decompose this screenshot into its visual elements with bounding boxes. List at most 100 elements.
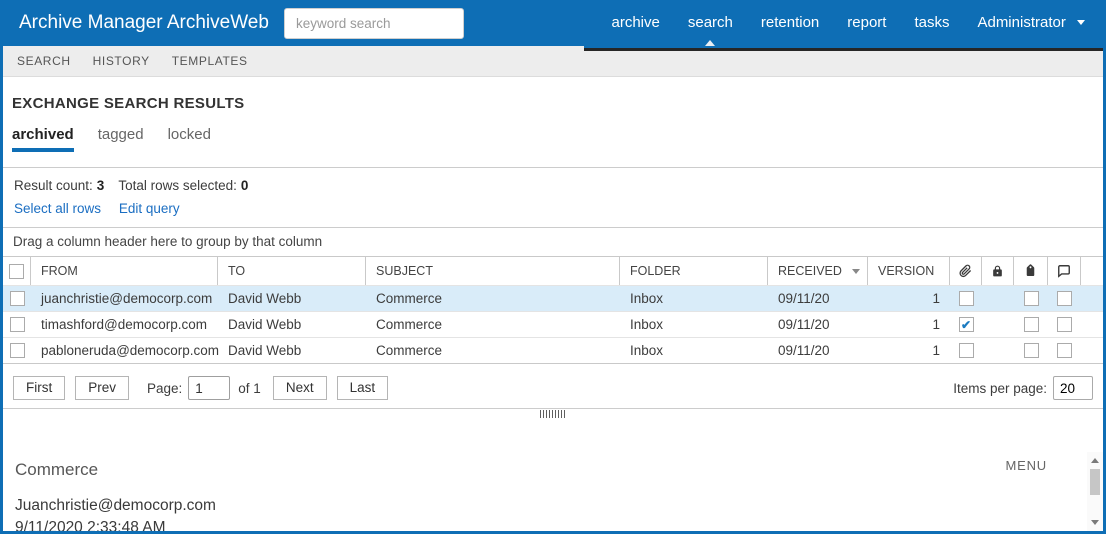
row-checkbox[interactable] — [9, 343, 25, 358]
attachment-checkbox[interactable] — [958, 291, 974, 306]
nav-administrator[interactable]: Administrator — [977, 14, 1085, 31]
app-title: Archive Manager ArchiveWeb — [19, 12, 269, 33]
tag-checkbox[interactable] — [1023, 291, 1039, 306]
scroll-up-icon[interactable] — [1091, 457, 1099, 463]
items-per-page-input[interactable] — [1053, 376, 1093, 400]
column-header-tag[interactable] — [1014, 257, 1048, 285]
cell-to: David Webb — [228, 343, 302, 358]
top-header: Archive Manager ArchiveWeb archive searc… — [3, 0, 1103, 51]
result-summary: Result count: 3 Total rows selected: 0 — [3, 167, 1103, 193]
prev-page-button[interactable]: Prev — [75, 376, 130, 400]
splitter-grip[interactable] — [540, 410, 566, 419]
nav-search[interactable]: search — [688, 14, 733, 46]
cell-version: 1 — [932, 343, 940, 358]
preview-scrollbar[interactable] — [1087, 451, 1103, 531]
nav-archive[interactable]: archive — [612, 14, 660, 31]
row-spacer — [1081, 338, 1103, 363]
last-page-button[interactable]: Last — [336, 376, 389, 400]
cell-version: 1 — [932, 291, 940, 306]
cell-to: David Webb — [228, 291, 302, 306]
scrollbar-thumb[interactable] — [1090, 468, 1100, 495]
tag-checkbox[interactable] — [1023, 343, 1039, 358]
column-header-comment[interactable] — [1048, 257, 1081, 285]
comment-checkbox[interactable] — [1057, 291, 1072, 306]
select-all-checkbox[interactable] — [9, 263, 24, 279]
column-header-from[interactable]: FROM — [31, 257, 218, 285]
cell-folder: Inbox — [630, 291, 664, 306]
nav-report[interactable]: report — [847, 14, 886, 31]
lock-cell — [982, 286, 1014, 311]
table-row[interactable]: pabloneruda@democorp.com David Webb Comm… — [3, 337, 1103, 363]
row-checkbox[interactable] — [9, 291, 25, 306]
cell-received: 09/11/20 — [778, 291, 830, 306]
column-header-received[interactable]: RECEIVED — [768, 257, 868, 285]
cell-to: David Webb — [228, 317, 302, 332]
message-preview-pane: Commerce Juanchristie@democorp.com 9/11/… — [3, 420, 1103, 531]
column-header-to[interactable]: TO — [218, 257, 366, 285]
table-row[interactable]: juanchristie@democorp.com David Webb Com… — [3, 285, 1103, 311]
pagination-bar: First Prev Page: of 1 Next Last Items pe… — [3, 364, 1103, 409]
subnav-search[interactable]: SEARCH — [17, 54, 71, 68]
preview-menu-button[interactable]: MENU — [1006, 458, 1047, 473]
column-header-attachment[interactable] — [950, 257, 982, 285]
action-links: Select all rows Edit query — [3, 193, 1103, 227]
next-page-button[interactable]: Next — [272, 376, 327, 400]
group-by-dropzone[interactable]: Drag a column header here to group by th… — [3, 227, 1103, 256]
result-tabs: archived tagged locked — [3, 112, 1103, 167]
tag-icon — [1021, 262, 1039, 280]
tag-checkbox[interactable] — [1023, 317, 1039, 332]
received-label: RECEIVED — [778, 264, 842, 278]
sort-dropdown-icon[interactable] — [852, 268, 860, 274]
column-header-lock[interactable] — [982, 257, 1014, 285]
result-count-value: 3 — [96, 178, 105, 193]
cell-subject: Commerce — [376, 291, 443, 306]
result-count-label: Result count: — [14, 178, 93, 193]
cell-folder: Inbox — [630, 317, 664, 332]
page-number-input[interactable] — [188, 376, 231, 400]
page-label: Page: — [147, 380, 183, 396]
tab-tagged[interactable]: tagged — [98, 126, 144, 152]
column-header-spacer — [1081, 257, 1103, 285]
active-nav-indicator-icon — [705, 39, 716, 46]
cell-folder: Inbox — [630, 343, 664, 358]
row-spacer — [1081, 286, 1103, 311]
keyword-search-input[interactable] — [284, 8, 464, 39]
select-all-rows-link[interactable]: Select all rows — [14, 201, 101, 216]
pane-splitter — [3, 409, 1103, 420]
first-page-button[interactable]: First — [13, 376, 66, 400]
select-all-checkbox-cell — [3, 257, 31, 285]
cell-from: timashford@democorp.com — [41, 317, 208, 332]
preview-subject: Commerce — [15, 459, 99, 479]
preview-sender: Juanchristie@democorp.com — [15, 496, 216, 514]
column-header-folder[interactable]: FOLDER — [620, 257, 768, 285]
subnav-history[interactable]: HISTORY — [93, 54, 150, 68]
column-header-subject[interactable]: SUBJECT — [366, 257, 620, 285]
cell-subject: Commerce — [376, 343, 443, 358]
administrator-label: Administrator — [977, 13, 1066, 31]
edit-query-link[interactable]: Edit query — [119, 201, 180, 216]
chevron-down-icon — [1077, 20, 1085, 26]
nav-retention[interactable]: retention — [761, 14, 819, 31]
comment-checkbox[interactable] — [1057, 317, 1072, 332]
tab-archived[interactable]: archived — [12, 126, 74, 152]
subnav-templates[interactable]: TEMPLATES — [172, 54, 248, 68]
results-grid: FROM TO SUBJECT FOLDER RECEIVED VERSION — [3, 256, 1103, 364]
row-spacer — [1081, 312, 1103, 337]
comment-checkbox[interactable] — [1057, 343, 1072, 358]
selected-label: Total rows selected: — [118, 178, 237, 193]
attachment-icon — [959, 264, 972, 278]
archiveweb-window: Archive Manager ArchiveWeb archive searc… — [0, 0, 1106, 534]
table-row[interactable]: timashford@democorp.com David Webb Comme… — [3, 311, 1103, 337]
nav-tasks[interactable]: tasks — [914, 14, 949, 31]
tab-locked[interactable]: locked — [168, 126, 211, 152]
grid-header-row: FROM TO SUBJECT FOLDER RECEIVED VERSION — [3, 257, 1103, 285]
comment-icon — [1057, 264, 1071, 278]
cell-subject: Commerce — [376, 317, 443, 332]
items-per-page-label: Items per page: — [953, 380, 1047, 396]
lock-cell — [982, 312, 1014, 337]
scroll-down-icon[interactable] — [1091, 520, 1099, 525]
attachment-checkbox[interactable] — [958, 317, 974, 332]
attachment-checkbox[interactable] — [958, 343, 974, 358]
column-header-version[interactable]: VERSION — [868, 257, 950, 285]
row-checkbox[interactable] — [9, 317, 25, 332]
